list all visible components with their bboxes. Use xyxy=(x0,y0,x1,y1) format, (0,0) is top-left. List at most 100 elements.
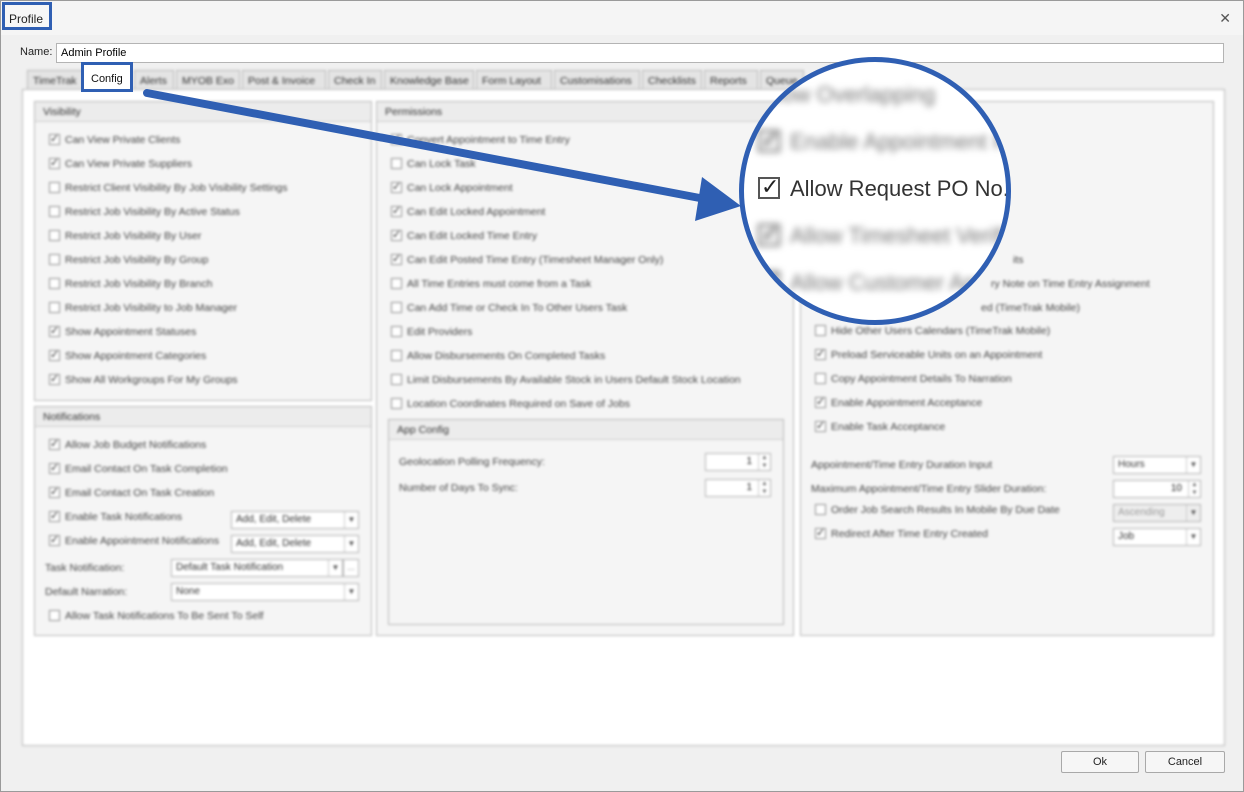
checkbox-icon xyxy=(49,278,60,289)
task-notifications-combo-value: Add, Edit, Delete xyxy=(236,514,312,525)
tab-alerts[interactable]: Alerts xyxy=(134,70,174,90)
permission-checkbox-4[interactable]: Can Edit Locked Time Entry xyxy=(391,228,537,246)
slider-duration-spinner[interactable]: 10 ▲ ▼ xyxy=(1113,480,1201,498)
task-notifications-combo[interactable]: Add, Edit, Delete ▼ xyxy=(231,511,359,529)
magnified-row-0: Allow Overlapping xyxy=(758,82,935,108)
visibility-label-8: Show Appointment Statuses xyxy=(65,326,197,338)
tab-strip: TimeTrak Config Alerts MYOB Exo Post & I… xyxy=(27,62,807,92)
tab-post-invoice[interactable]: Post & Invoice xyxy=(242,70,326,90)
permission-checkbox-2[interactable]: Can Lock Appointment xyxy=(391,180,513,198)
permission-checkbox-1[interactable]: Can Lock Task xyxy=(391,158,476,174)
order-direction-value: Ascending xyxy=(1118,507,1165,518)
chevron-down-icon: ▼ xyxy=(1186,457,1200,473)
notification-checkbox-4[interactable]: Enable Appointment Notifications xyxy=(49,533,220,551)
task-notification-select[interactable]: Default Task Notification ▼ xyxy=(171,559,343,577)
tab-checklists[interactable]: Checklists xyxy=(642,70,702,90)
visibility-checkbox-9[interactable]: Show Appointment Categories xyxy=(49,348,207,366)
permission-checkbox-3[interactable]: Can Edit Locked Appointment xyxy=(391,204,545,222)
option-checkbox-1[interactable]: Preload Serviceable Units on an Appointm… xyxy=(815,347,1042,365)
permissions-title: Permissions xyxy=(377,102,793,122)
visibility-checkbox-7[interactable]: Restrict Job Visibility to Job Manager xyxy=(49,302,237,318)
permission-label-7: Can Add Time or Check In To Other Users … xyxy=(407,302,628,314)
permission-checkbox-7[interactable]: Can Add Time or Check In To Other Users … xyxy=(391,302,627,318)
checkbox-icon xyxy=(49,509,60,522)
spin-arrows-icon[interactable]: ▲ ▼ xyxy=(758,480,770,496)
cancel-button[interactable]: Cancel xyxy=(1145,751,1225,773)
notification-checkbox-1[interactable]: Email Contact On Task Completion xyxy=(49,461,228,479)
visibility-checkbox-3[interactable]: Restrict Job Visibility By Active Status xyxy=(49,206,240,222)
allow-request-po-checkbox: Allow Request PO No. xyxy=(758,174,1006,202)
visibility-checkbox-4[interactable]: Restrict Job Visibility By User xyxy=(49,230,201,246)
duration-input-select[interactable]: Hours ▼ xyxy=(1113,456,1201,474)
days-to-sync-spinner[interactable]: 1 ▲ ▼ xyxy=(705,479,771,497)
option-checkbox-0[interactable]: Hide Other Users Calendars (TimeTrak Mob… xyxy=(815,325,1050,341)
permission-label-6: All Time Entries must come from a Task xyxy=(407,278,592,290)
permission-checkbox-5[interactable]: Can Edit Posted Time Entry (Timesheet Ma… xyxy=(391,252,663,270)
visibility-checkbox-6[interactable]: Restrict Job Visibility By Branch xyxy=(49,278,212,294)
slider-duration-value: 10 xyxy=(1170,483,1182,494)
permission-checkbox-0[interactable]: Convert Appointment to Time Entry xyxy=(391,132,570,150)
appointment-notifications-combo[interactable]: Add, Edit, Delete ▼ xyxy=(231,535,359,553)
task-notification-more-button[interactable]: … xyxy=(343,559,359,577)
option-checkbox-2[interactable]: Copy Appointment Details To Narration xyxy=(815,373,1012,389)
notification-checkbox-2[interactable]: Email Contact On Task Creation xyxy=(49,485,214,503)
spin-arrows-icon[interactable]: ▲ ▼ xyxy=(1188,481,1200,497)
tab-knowledge-base[interactable]: Knowledge Base xyxy=(384,70,474,90)
allow-self-notifications-checkbox[interactable]: Allow Task Notifications To Be Sent To S… xyxy=(49,610,263,626)
visibility-checkbox-10[interactable]: Show All Workgroups For My Groups xyxy=(49,372,238,390)
geolocation-value: 1 xyxy=(746,456,752,467)
name-input[interactable] xyxy=(56,43,1224,63)
permission-checkbox-8[interactable]: Edit Providers xyxy=(391,326,472,342)
notification-label-4: Enable Appointment Notifications xyxy=(65,535,220,547)
notification-checkbox-3[interactable]: Enable Task Notifications xyxy=(49,509,182,527)
tab-reports[interactable]: Reports xyxy=(704,70,758,90)
geolocation-label: Geolocation Polling Frequency: xyxy=(399,456,545,468)
tab-config[interactable]: Config xyxy=(81,62,133,92)
chevron-down-icon: ▼ xyxy=(344,536,358,552)
magnified-label-0: Allow Overlapping xyxy=(758,82,936,107)
geolocation-spinner[interactable]: 1 ▲ ▼ xyxy=(705,453,771,471)
tab-myob-exo[interactable]: MYOB Exo xyxy=(176,70,240,90)
option-checkbox-3[interactable]: Enable Appointment Acceptance xyxy=(815,395,983,413)
permission-checkbox-6[interactable]: All Time Entries must come from a Task xyxy=(391,278,591,294)
option-label-0: Hide Other Users Calendars (TimeTrak Mob… xyxy=(831,325,1051,337)
permission-checkbox-11[interactable]: Location Coordinates Required on Save of… xyxy=(391,398,630,414)
visibility-label-9: Show Appointment Categories xyxy=(65,350,207,362)
chevron-down-icon: ▼ xyxy=(328,560,342,576)
default-narration-select[interactable]: None ▼ xyxy=(171,583,359,601)
ellipsis-icon: … xyxy=(347,563,355,572)
option-partial-label-1: ry Note on Time Entry Assignment xyxy=(991,278,1150,290)
tab-check-in[interactable]: Check In xyxy=(328,70,382,90)
magnified-row-4: Allow Customer App xyxy=(758,268,988,296)
permission-checkbox-10[interactable]: Limit Disbursements By Available Stock i… xyxy=(391,374,741,390)
redirect-target-select[interactable]: Job ▼ xyxy=(1113,528,1201,546)
chevron-down-icon: ▼ xyxy=(1186,529,1200,545)
option-checkbox-4[interactable]: Enable Task Acceptance xyxy=(815,419,945,437)
order-by-due-date-checkbox[interactable]: Order Job Search Results In Mobile By Du… xyxy=(815,504,1060,520)
tab-timetrak[interactable]: TimeTrak xyxy=(27,70,83,90)
notification-checkbox-0[interactable]: Allow Job Budget Notifications xyxy=(49,437,206,455)
redirect-after-time-entry-checkbox[interactable]: Redirect After Time Entry Created xyxy=(815,526,988,544)
visibility-checkbox-0[interactable]: Can View Private Clients xyxy=(49,132,180,150)
visibility-label-5: Restrict Job Visibility By Group xyxy=(65,254,209,266)
spin-arrows-icon[interactable]: ▲ ▼ xyxy=(758,454,770,470)
magnified-row-1: Enable Appointment R xyxy=(758,127,1006,155)
checkbox-icon xyxy=(49,302,60,313)
order-direction-select[interactable]: Ascending ▼ xyxy=(1113,504,1201,522)
tab-form-layout[interactable]: Form Layout xyxy=(476,70,552,90)
visibility-checkbox-1[interactable]: Can View Private Suppliers xyxy=(49,156,192,174)
tab-customisations[interactable]: Customisations xyxy=(554,70,640,90)
permission-checkbox-9[interactable]: Allow Disbursements On Completed Tasks xyxy=(391,350,605,366)
permission-label-2: Can Lock Appointment xyxy=(407,182,513,194)
close-icon[interactable]: ✕ xyxy=(1219,10,1231,27)
permissions-panel: Permissions Convert Appointment to Time … xyxy=(376,101,794,636)
ok-button[interactable]: Ok xyxy=(1061,751,1139,773)
checkbox-icon xyxy=(391,398,402,409)
permission-label-10: Limit Disbursements By Available Stock i… xyxy=(407,374,741,386)
visibility-checkbox-8[interactable]: Show Appointment Statuses xyxy=(49,324,197,342)
checkbox-icon xyxy=(815,419,826,432)
chevron-down-icon: ▼ xyxy=(1186,505,1200,521)
visibility-checkbox-5[interactable]: Restrict Job Visibility By Group xyxy=(49,254,208,270)
visibility-checkbox-2[interactable]: Restrict Client Visibility By Job Visibi… xyxy=(49,182,288,198)
option-label-3: Enable Appointment Acceptance xyxy=(831,397,983,409)
